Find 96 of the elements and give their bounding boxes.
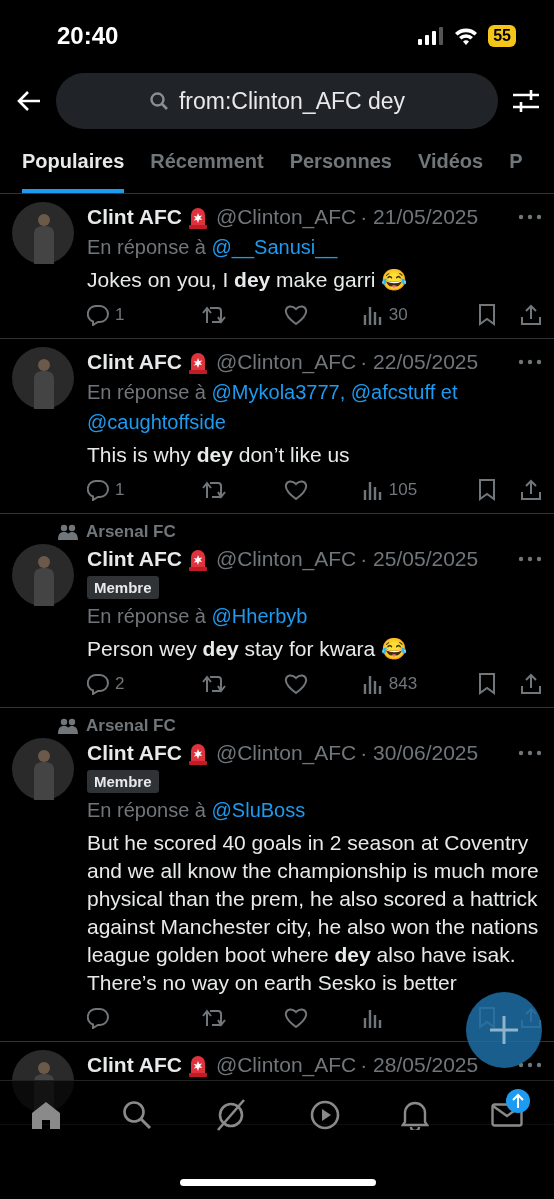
- filter-icon[interactable]: [512, 88, 540, 114]
- tweet-text: But he scored 40 goals in 2 season at Coventry and we all know the championship is much more physical than the prem, he also scored a hattrick against Manchester city, he also won the nations league golden boot where dey also have isak. There’s no way on earth Sesko is better: [87, 830, 540, 996]
- signal-icon: [418, 27, 445, 45]
- author-handle[interactable]: @Clinton_AFC: [215, 205, 357, 229]
- repost-icon[interactable]: [202, 1008, 229, 1028]
- repost-icon[interactable]: [202, 305, 229, 325]
- author-name[interactable]: Clint AFC: [87, 547, 182, 571]
- search-tab[interactable]: Personnes: [289, 138, 392, 193]
- community-name[interactable]: Arsenal FC: [86, 522, 176, 542]
- more-icon[interactable]: [518, 1062, 542, 1068]
- reply-label: En réponse à: [87, 605, 206, 627]
- avatar-icon[interactable]: [12, 347, 74, 409]
- author-handle[interactable]: @Clinton_AFC: [215, 741, 357, 765]
- mention-link[interactable]: @SluBoss: [211, 799, 306, 821]
- reply-count: 1: [115, 305, 125, 325]
- share-icon[interactable]: [520, 304, 542, 326]
- community-icon: [58, 524, 78, 540]
- tweet-text: Person wey dey stay for kwara 😂: [87, 636, 409, 662]
- tweet-date: · 30/06/2025: [360, 741, 479, 765]
- play-icon[interactable]: [309, 1100, 340, 1130]
- search-icon[interactable]: [122, 1100, 153, 1130]
- more-icon[interactable]: [518, 214, 542, 220]
- mention-link[interactable]: @afcstuff et: [350, 381, 458, 403]
- bookmark-icon[interactable]: [478, 673, 496, 695]
- view-count: 30: [388, 305, 408, 325]
- heart-icon[interactable]: [283, 479, 308, 501]
- views-icon[interactable]: [362, 305, 383, 325]
- views-icon[interactable]: [362, 674, 383, 694]
- search-icon: [148, 91, 169, 111]
- heart-icon[interactable]: [283, 304, 308, 326]
- avatar-icon[interactable]: [12, 202, 74, 264]
- back-arrow-icon[interactable]: [16, 90, 42, 112]
- author-handle[interactable]: @Clinton_AFC: [215, 547, 357, 571]
- tweet-text: This is why dey don’t like us: [87, 442, 351, 468]
- wifi-icon: [454, 27, 479, 45]
- community-icon: [58, 718, 78, 734]
- status-time: 20:40: [57, 22, 119, 50]
- mail-icon[interactable]: [491, 1103, 524, 1127]
- mention-link[interactable]: @caughtoffside: [87, 411, 226, 433]
- siren-icon: [187, 547, 208, 571]
- heart-icon[interactable]: [283, 1007, 308, 1029]
- mention-link[interactable]: @Hherbyb: [211, 605, 308, 627]
- avatar-icon[interactable]: [12, 544, 74, 606]
- more-icon[interactable]: [518, 750, 542, 756]
- reply-count: 1: [115, 480, 125, 500]
- share-icon[interactable]: [520, 479, 542, 501]
- repost-icon[interactable]: [202, 674, 229, 694]
- more-icon[interactable]: [518, 556, 542, 562]
- reply-icon[interactable]: [87, 304, 109, 326]
- member-badge: Membre: [87, 770, 159, 793]
- search-field[interactable]: from:Clinton_AFC dey: [56, 73, 498, 129]
- tweet-date: · 21/05/2025: [360, 205, 479, 229]
- author-name[interactable]: Clint AFC: [87, 350, 182, 374]
- view-count: 105: [388, 480, 418, 500]
- community-name[interactable]: Arsenal FC: [86, 716, 176, 736]
- member-badge: Membre: [87, 576, 159, 599]
- search-tab[interactable]: Récemment: [150, 138, 264, 193]
- repost-icon[interactable]: [202, 480, 229, 500]
- siren-icon: [187, 350, 208, 374]
- view-count: 843: [388, 674, 418, 694]
- bookmark-icon[interactable]: [478, 304, 496, 326]
- battery-level: 55: [488, 25, 516, 47]
- search-tab[interactable]: Vidéos: [417, 138, 484, 193]
- mention-link[interactable]: @Mykola3777,: [211, 381, 346, 403]
- views-icon[interactable]: [362, 480, 383, 500]
- reply-label: En réponse à: [87, 799, 206, 821]
- author-name[interactable]: Clint AFC: [87, 1053, 182, 1077]
- author-handle[interactable]: @Clinton_AFC: [215, 350, 357, 374]
- home-icon[interactable]: [30, 1101, 61, 1129]
- reply-icon[interactable]: [87, 479, 109, 501]
- siren-icon: [187, 1053, 208, 1077]
- up-arrow-badge-icon[interactable]: [506, 1089, 530, 1113]
- siren-icon: [187, 205, 208, 229]
- reply-count: 2: [115, 674, 125, 694]
- mention-link[interactable]: @__Sanusi__: [211, 236, 338, 258]
- siren-icon: [187, 741, 208, 765]
- views-icon[interactable]: [362, 1008, 383, 1028]
- reply-label: En réponse à: [87, 236, 206, 258]
- author-name[interactable]: Clint AFC: [87, 205, 182, 229]
- tweet-date: · 28/05/2025: [360, 1053, 479, 1077]
- bell-icon[interactable]: [401, 1100, 430, 1130]
- share-icon[interactable]: [520, 673, 542, 695]
- more-icon[interactable]: [518, 359, 542, 365]
- tweet-date: · 22/05/2025: [360, 350, 479, 374]
- reply-icon[interactable]: [87, 673, 109, 695]
- search-tab[interactable]: P: [509, 138, 523, 193]
- author-handle[interactable]: @Clinton_AFC: [215, 1053, 357, 1077]
- tweet-text: Jokes on you, I dey make garri 😂: [87, 267, 409, 293]
- search-tab[interactable]: Populaires: [22, 138, 125, 193]
- heart-icon[interactable]: [283, 673, 308, 695]
- reply-icon[interactable]: [87, 1007, 109, 1029]
- reply-label: En réponse à: [87, 381, 206, 403]
- bookmark-icon[interactable]: [478, 479, 496, 501]
- author-name[interactable]: Clint AFC: [87, 741, 182, 765]
- tweet-date: · 25/05/2025: [360, 547, 479, 571]
- avatar-icon[interactable]: [12, 738, 74, 800]
